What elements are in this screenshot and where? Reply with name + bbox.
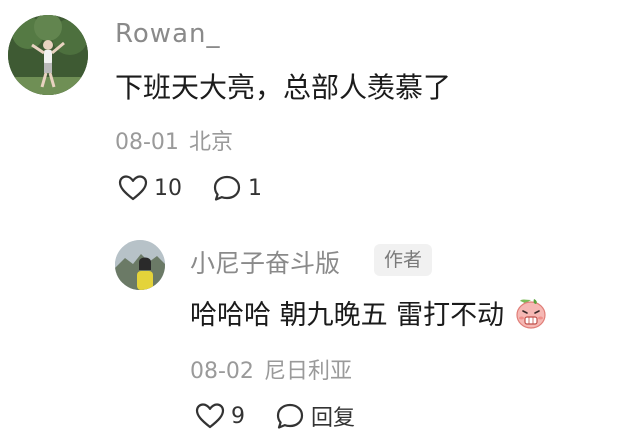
author-badge: 作者: [374, 244, 433, 276]
comment-text: 下班天大亮，总部人羡慕了: [115, 71, 452, 104]
username[interactable]: 小尼子奋斗版: [190, 244, 340, 280]
like-count: 10: [154, 175, 182, 201]
reply-actions: 9 回复: [195, 400, 385, 432]
like-button[interactable]: 10: [118, 174, 182, 202]
like-count: 9: [231, 403, 245, 429]
like-button[interactable]: 9: [195, 402, 245, 430]
reply-comment: 哈哈哈 朝九晚五 雷打不动: [190, 293, 548, 332]
comment-date: 08-01: [115, 130, 179, 155]
comment-meta: 08-01 北京: [115, 124, 233, 156]
reply-label: 回复: [311, 406, 356, 431]
comment-location: 北京: [188, 130, 233, 155]
reply-button[interactable]: 回复: [275, 400, 355, 432]
avatar-photo: [8, 15, 88, 95]
reply-count: 1: [248, 175, 262, 201]
heart-icon: [118, 175, 148, 201]
speech-bubble-icon: [213, 175, 241, 201]
reply-date: 08-02: [190, 359, 254, 384]
reply-meta: 08-02 尼日利亚: [190, 353, 352, 385]
heart-icon: [195, 403, 225, 429]
username[interactable]: Rowan_: [115, 19, 220, 49]
avatar[interactable]: [115, 240, 165, 290]
avatar-photo: [115, 240, 165, 290]
comment-actions: 10 1: [118, 172, 292, 204]
reply-text: 哈哈哈 朝九晚五 雷打不动: [190, 300, 505, 331]
comment-thread: Rowan_ 下班天大亮，总部人羡慕了 08-01 北京 10 1 小尼子奋斗版 …: [0, 0, 640, 445]
reply-button[interactable]: 1: [212, 174, 262, 202]
reply-location: 尼日利亚: [263, 359, 352, 384]
avatar[interactable]: [8, 15, 88, 95]
speech-bubble-icon: [276, 403, 304, 429]
peach-face-emoji-icon: [516, 298, 546, 329]
